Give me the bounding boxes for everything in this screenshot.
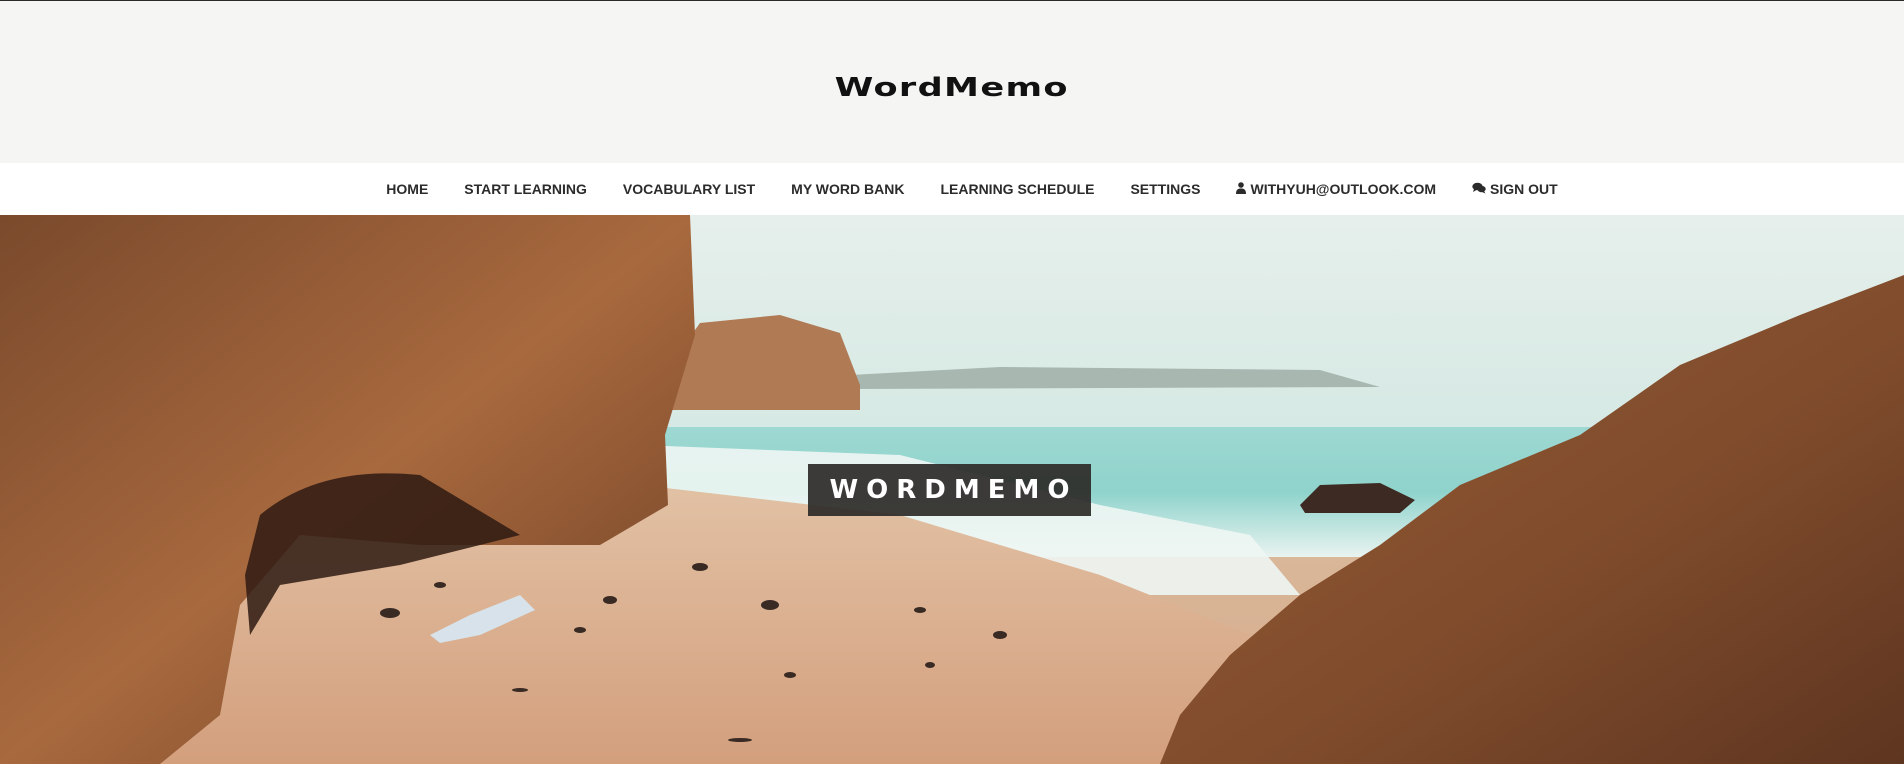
site-header: WordMemo bbox=[0, 1, 1904, 163]
nav-start-learning-label: START LEARNING bbox=[464, 181, 587, 197]
user-icon bbox=[1236, 181, 1247, 197]
hero-title: WORDMEMO bbox=[829, 475, 1078, 505]
nav-vocabulary-list[interactable]: VOCABULARY LIST bbox=[623, 181, 755, 197]
nav-home-label: HOME bbox=[386, 181, 429, 197]
nav-sign-out-label: SIGN OUT bbox=[1490, 181, 1558, 197]
nav-learning-schedule-label: LEARNING SCHEDULE bbox=[940, 181, 1095, 197]
hero-title-badge: WORDMEMO bbox=[808, 464, 1091, 516]
hero-banner: WORDMEMO bbox=[0, 215, 1904, 764]
nav-vocabulary-list-label: VOCABULARY LIST bbox=[622, 181, 756, 197]
nav-sign-out[interactable]: SIGN OUT bbox=[1472, 181, 1558, 197]
nav-home[interactable]: HOME bbox=[386, 181, 428, 197]
nav-learning-schedule[interactable]: LEARNING SCHEDULE bbox=[940, 181, 1094, 197]
nav-account-label: WITHYUH@OUTLOOK.COM bbox=[1250, 181, 1437, 197]
nav-settings[interactable]: SETTINGS bbox=[1130, 181, 1200, 197]
nav-my-word-bank[interactable]: MY WORD BANK bbox=[791, 181, 904, 197]
nav-start-learning[interactable]: START LEARNING bbox=[464, 181, 587, 197]
nav-account[interactable]: WITHYUH@OUTLOOK.COM bbox=[1236, 181, 1436, 197]
site-logo[interactable]: WordMemo bbox=[835, 73, 1069, 103]
comments-icon bbox=[1472, 182, 1486, 197]
nav-my-word-bank-label: MY WORD BANK bbox=[791, 181, 905, 197]
main-navigation: HOME START LEARNING VOCABULARY LIST MY W… bbox=[0, 163, 1904, 215]
nav-settings-label: SETTINGS bbox=[1130, 181, 1201, 197]
